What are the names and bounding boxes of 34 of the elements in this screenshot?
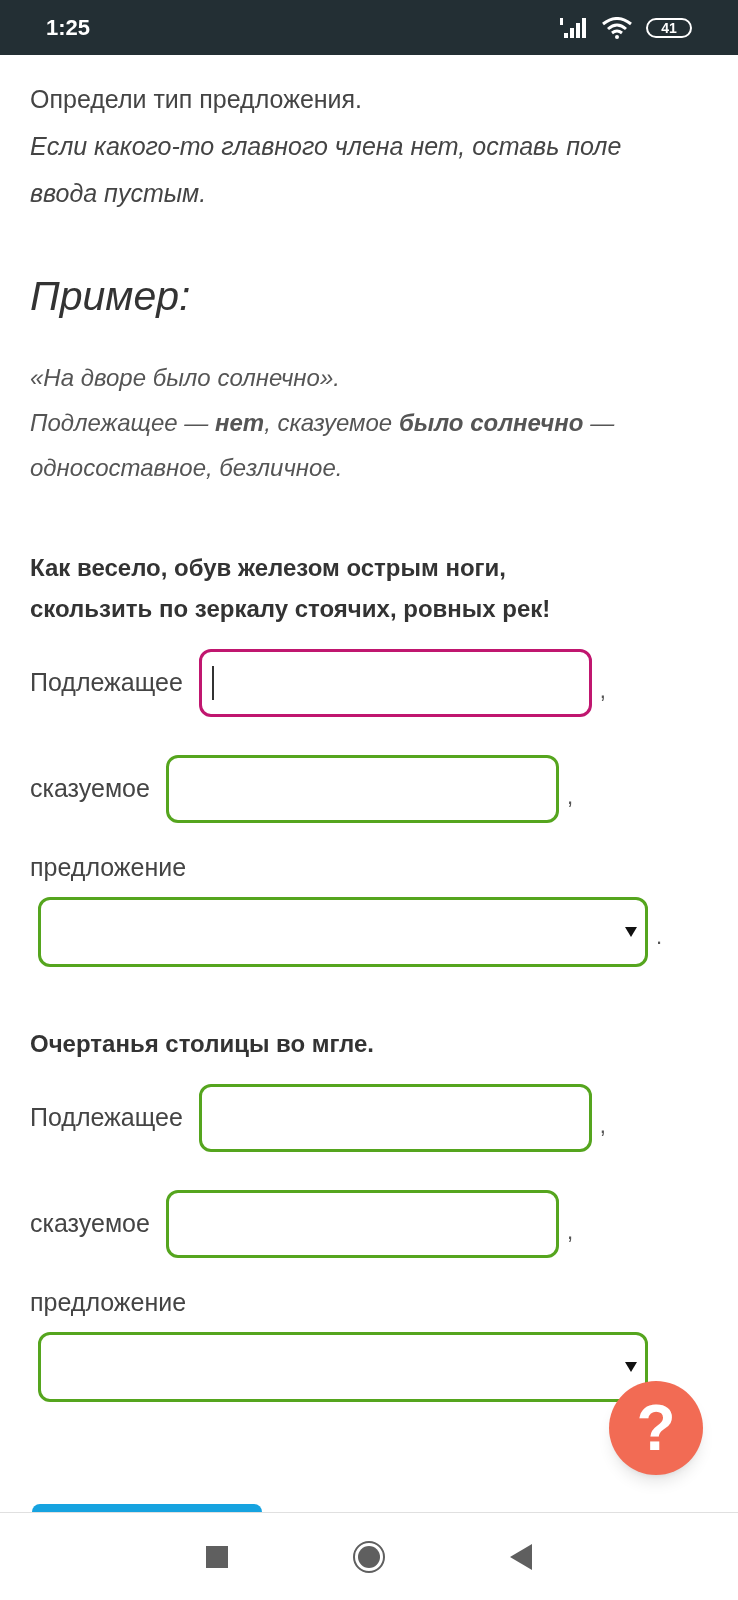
dropdown-field[interactable] bbox=[38, 1332, 648, 1402]
signal-icon bbox=[560, 16, 588, 39]
field-label: предложение bbox=[30, 852, 188, 883]
hint-text: Если какого-то главного члена нет, оставь поле ввода пустым. bbox=[30, 131, 623, 209]
punctuation-mark: , bbox=[566, 782, 574, 811]
clock-time: 1:25 bbox=[46, 14, 91, 42]
task-sentence: Очертанья столицы во мгле. bbox=[30, 1029, 375, 1059]
example-text: «На дворе было солнечно». bbox=[30, 363, 341, 393]
instruction-text: Определи тип предложения. bbox=[30, 84, 364, 115]
example-heading: Пример: bbox=[30, 272, 192, 321]
dropdown-arrow-icon bbox=[625, 927, 637, 937]
punctuation-mark: , bbox=[599, 1111, 606, 1140]
field-label: Подлежащее bbox=[30, 667, 183, 699]
battery-indicator: 41 bbox=[646, 17, 692, 38]
back-icon[interactable] bbox=[510, 1543, 532, 1570]
input-field[interactable] bbox=[165, 755, 559, 823]
input-field[interactable] bbox=[165, 1190, 559, 1258]
wifi-icon bbox=[602, 16, 632, 39]
punctuation-mark: . bbox=[656, 923, 663, 951]
input-field[interactable] bbox=[198, 649, 592, 717]
field-label: Подлежащее bbox=[30, 1102, 183, 1134]
input-field[interactable] bbox=[198, 1084, 592, 1152]
circle-icon[interactable] bbox=[352, 1539, 386, 1574]
help-button[interactable]: ? bbox=[609, 1381, 703, 1475]
example-text: Подлежащее — нет, сказуемое было солнечно — односоставное, безличное. bbox=[30, 408, 616, 483]
field-label: предложение bbox=[30, 1287, 188, 1318]
task-sentence: Как весело, обув железом острым ноги, скользить по зеркалу стоячих, ровных рек! bbox=[30, 553, 552, 624]
punctuation-mark: , bbox=[599, 676, 606, 705]
field-label: сказуемое bbox=[30, 1208, 150, 1240]
dropdown-field[interactable] bbox=[38, 897, 648, 967]
square-icon[interactable] bbox=[206, 1545, 228, 1568]
punctuation-mark: , bbox=[566, 1217, 574, 1246]
dropdown-arrow-icon bbox=[625, 1362, 637, 1372]
field-label: сказуемое bbox=[30, 773, 150, 805]
